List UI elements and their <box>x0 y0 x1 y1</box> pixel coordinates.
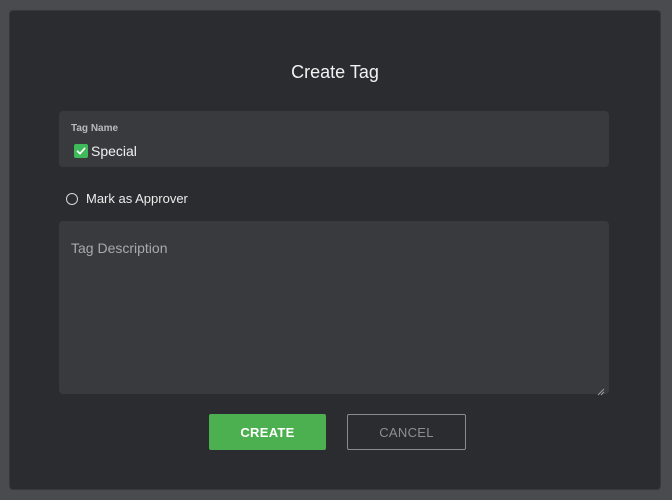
tag-name-label: Tag Name <box>71 123 119 134</box>
tag-name-value-row[interactable]: Special <box>74 142 137 160</box>
tag-description-textarea[interactable] <box>59 221 609 394</box>
create-tag-dialog: Create Tag Tag Name Special Mark as Appr… <box>10 11 660 489</box>
tag-description-field[interactable] <box>59 221 609 396</box>
cancel-button[interactable]: CANCEL <box>347 414 466 450</box>
check-mark-icon <box>74 144 88 158</box>
tag-name-field[interactable]: Tag Name Special <box>59 111 609 167</box>
tag-name-input[interactable]: Special <box>91 142 137 160</box>
create-button[interactable]: CREATE <box>209 414 326 450</box>
dialog-title: Create Tag <box>291 62 379 82</box>
mark-as-approver-radio[interactable]: Mark as Approver <box>66 190 188 208</box>
mark-as-approver-label: Mark as Approver <box>86 191 188 206</box>
radio-button-icon[interactable] <box>66 193 78 205</box>
resize-grip-icon[interactable] <box>597 383 605 396</box>
